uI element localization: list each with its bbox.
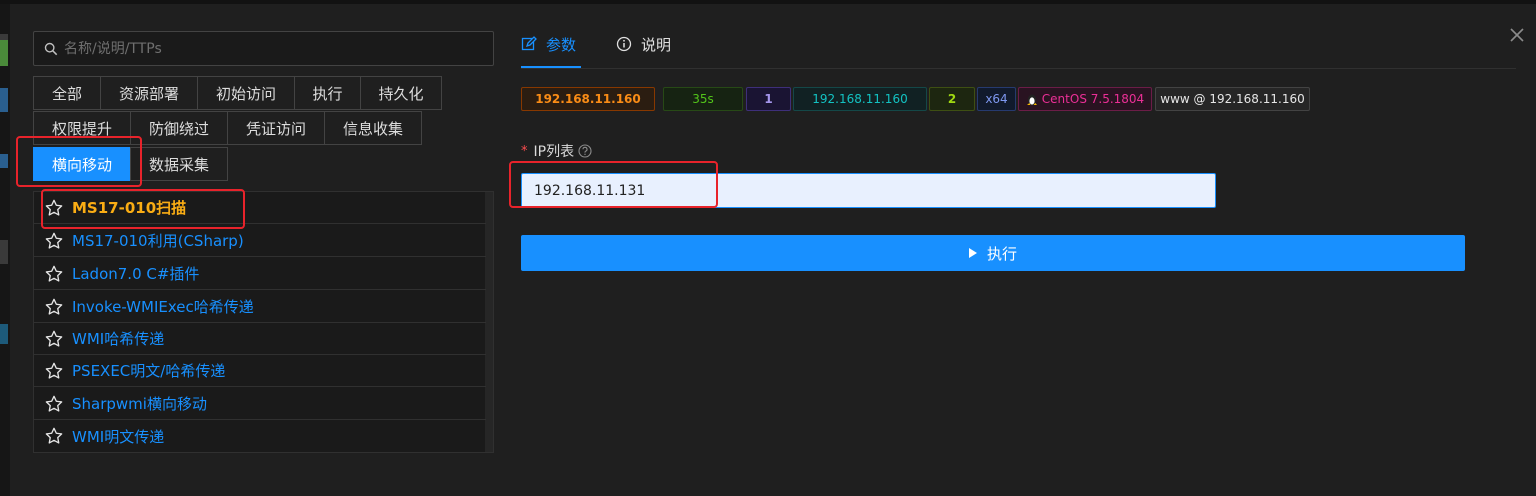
- tab-description-label: 说明: [641, 35, 672, 54]
- star-icon[interactable]: [44, 361, 64, 381]
- module-label: MS17-010扫描: [72, 199, 187, 217]
- category-defense-evasion[interactable]: 防御绕过: [130, 111, 228, 145]
- list-item[interactable]: Sharpwmi横向移动: [34, 388, 486, 420]
- os-tag: CentOS 7.5.1804: [1018, 87, 1152, 111]
- list-item[interactable]: WMI哈希传递: [34, 323, 486, 355]
- category-persistence[interactable]: 持久化: [360, 76, 442, 110]
- star-icon[interactable]: [44, 329, 64, 349]
- ip-list-label-text: IP列表: [533, 144, 575, 160]
- star-icon[interactable]: [44, 297, 64, 317]
- question-circle-icon[interactable]: [578, 144, 592, 158]
- user-tag: www @ 192.168.11.160: [1155, 87, 1310, 111]
- list-item[interactable]: Ladon7.0 C#插件: [34, 258, 486, 290]
- linux-icon: [1026, 94, 1037, 105]
- uptime-tag: 35s: [663, 87, 743, 111]
- tab-params-label: 参数: [546, 35, 577, 54]
- edit-icon: [521, 36, 537, 51]
- list-item[interactable]: PSEXEC明文/哈希传递: [34, 355, 486, 387]
- star-icon[interactable]: [44, 264, 64, 284]
- category-lateral-movement[interactable]: 横向移动: [33, 147, 131, 181]
- ip-list-input[interactable]: [534, 182, 1215, 199]
- module-label: Ladon7.0 C#插件: [72, 265, 200, 283]
- module-label: PSEXEC明文/哈希传递: [72, 362, 226, 380]
- required-asterisk: *: [521, 143, 528, 159]
- module-label: WMI明文传递: [72, 427, 165, 446]
- module-label: Sharpwmi横向移动: [72, 395, 207, 413]
- search-input[interactable]: [64, 40, 493, 57]
- tab-description[interactable]: 说明: [616, 33, 671, 55]
- list-item[interactable]: MS17-010利用(CSharp): [34, 225, 486, 257]
- star-icon[interactable]: [44, 198, 64, 218]
- ip-list-field[interactable]: [521, 173, 1216, 208]
- count-tag: 1: [746, 87, 791, 111]
- star-icon[interactable]: [44, 231, 64, 251]
- caret-right-icon: [968, 248, 977, 258]
- tab-active-indicator: [521, 66, 581, 68]
- search-icon: [44, 42, 58, 55]
- module-label: MS17-010利用(CSharp): [72, 232, 244, 250]
- category-execution[interactable]: 执行: [294, 76, 361, 110]
- internal-ip-tag: 192.168.11.160: [793, 87, 927, 111]
- category-initial-access[interactable]: 初始访问: [197, 76, 295, 110]
- category-credential-access[interactable]: 凭证访问: [227, 111, 325, 145]
- info-circle-icon: [616, 36, 632, 52]
- list-item[interactable]: Invoke-WMIExec哈希传递: [34, 291, 486, 323]
- host-ip-tag: 192.168.11.160: [521, 87, 655, 111]
- ip-list-label: * IP列表: [521, 142, 592, 160]
- close-icon[interactable]: [1508, 26, 1526, 44]
- arch-tag: x64: [977, 87, 1016, 111]
- category-discovery[interactable]: 信息收集: [324, 111, 422, 145]
- star-icon[interactable]: [44, 426, 64, 446]
- module-label: Invoke-WMIExec哈希传递: [72, 298, 254, 316]
- window-top-border: [0, 0, 1536, 4]
- execute-button[interactable]: 执行: [521, 235, 1465, 271]
- level-tag: 2: [929, 87, 975, 111]
- module-label: WMI哈希传递: [72, 330, 165, 348]
- search-box[interactable]: [33, 31, 494, 66]
- star-icon[interactable]: [44, 394, 64, 414]
- tab-divider: [521, 68, 1516, 69]
- os-tag-label: CentOS 7.5.1804: [1041, 92, 1145, 106]
- list-item[interactable]: WMI明文传递: [34, 420, 486, 452]
- list-scrollbar[interactable]: [485, 192, 493, 452]
- category-resource-deploy[interactable]: 资源部署: [100, 76, 198, 110]
- background-app-strip: [0, 4, 10, 496]
- category-collection[interactable]: 数据采集: [130, 147, 228, 181]
- category-privilege-escalation[interactable]: 权限提升: [33, 111, 131, 145]
- tab-params[interactable]: 参数: [521, 33, 576, 55]
- execute-button-label: 执行: [986, 244, 1017, 263]
- module-list: MS17-010扫描 MS17-010利用(CSharp) Ladon7.0 C…: [33, 191, 494, 453]
- list-item[interactable]: MS17-010扫描: [34, 192, 486, 224]
- category-all[interactable]: 全部: [33, 76, 101, 110]
